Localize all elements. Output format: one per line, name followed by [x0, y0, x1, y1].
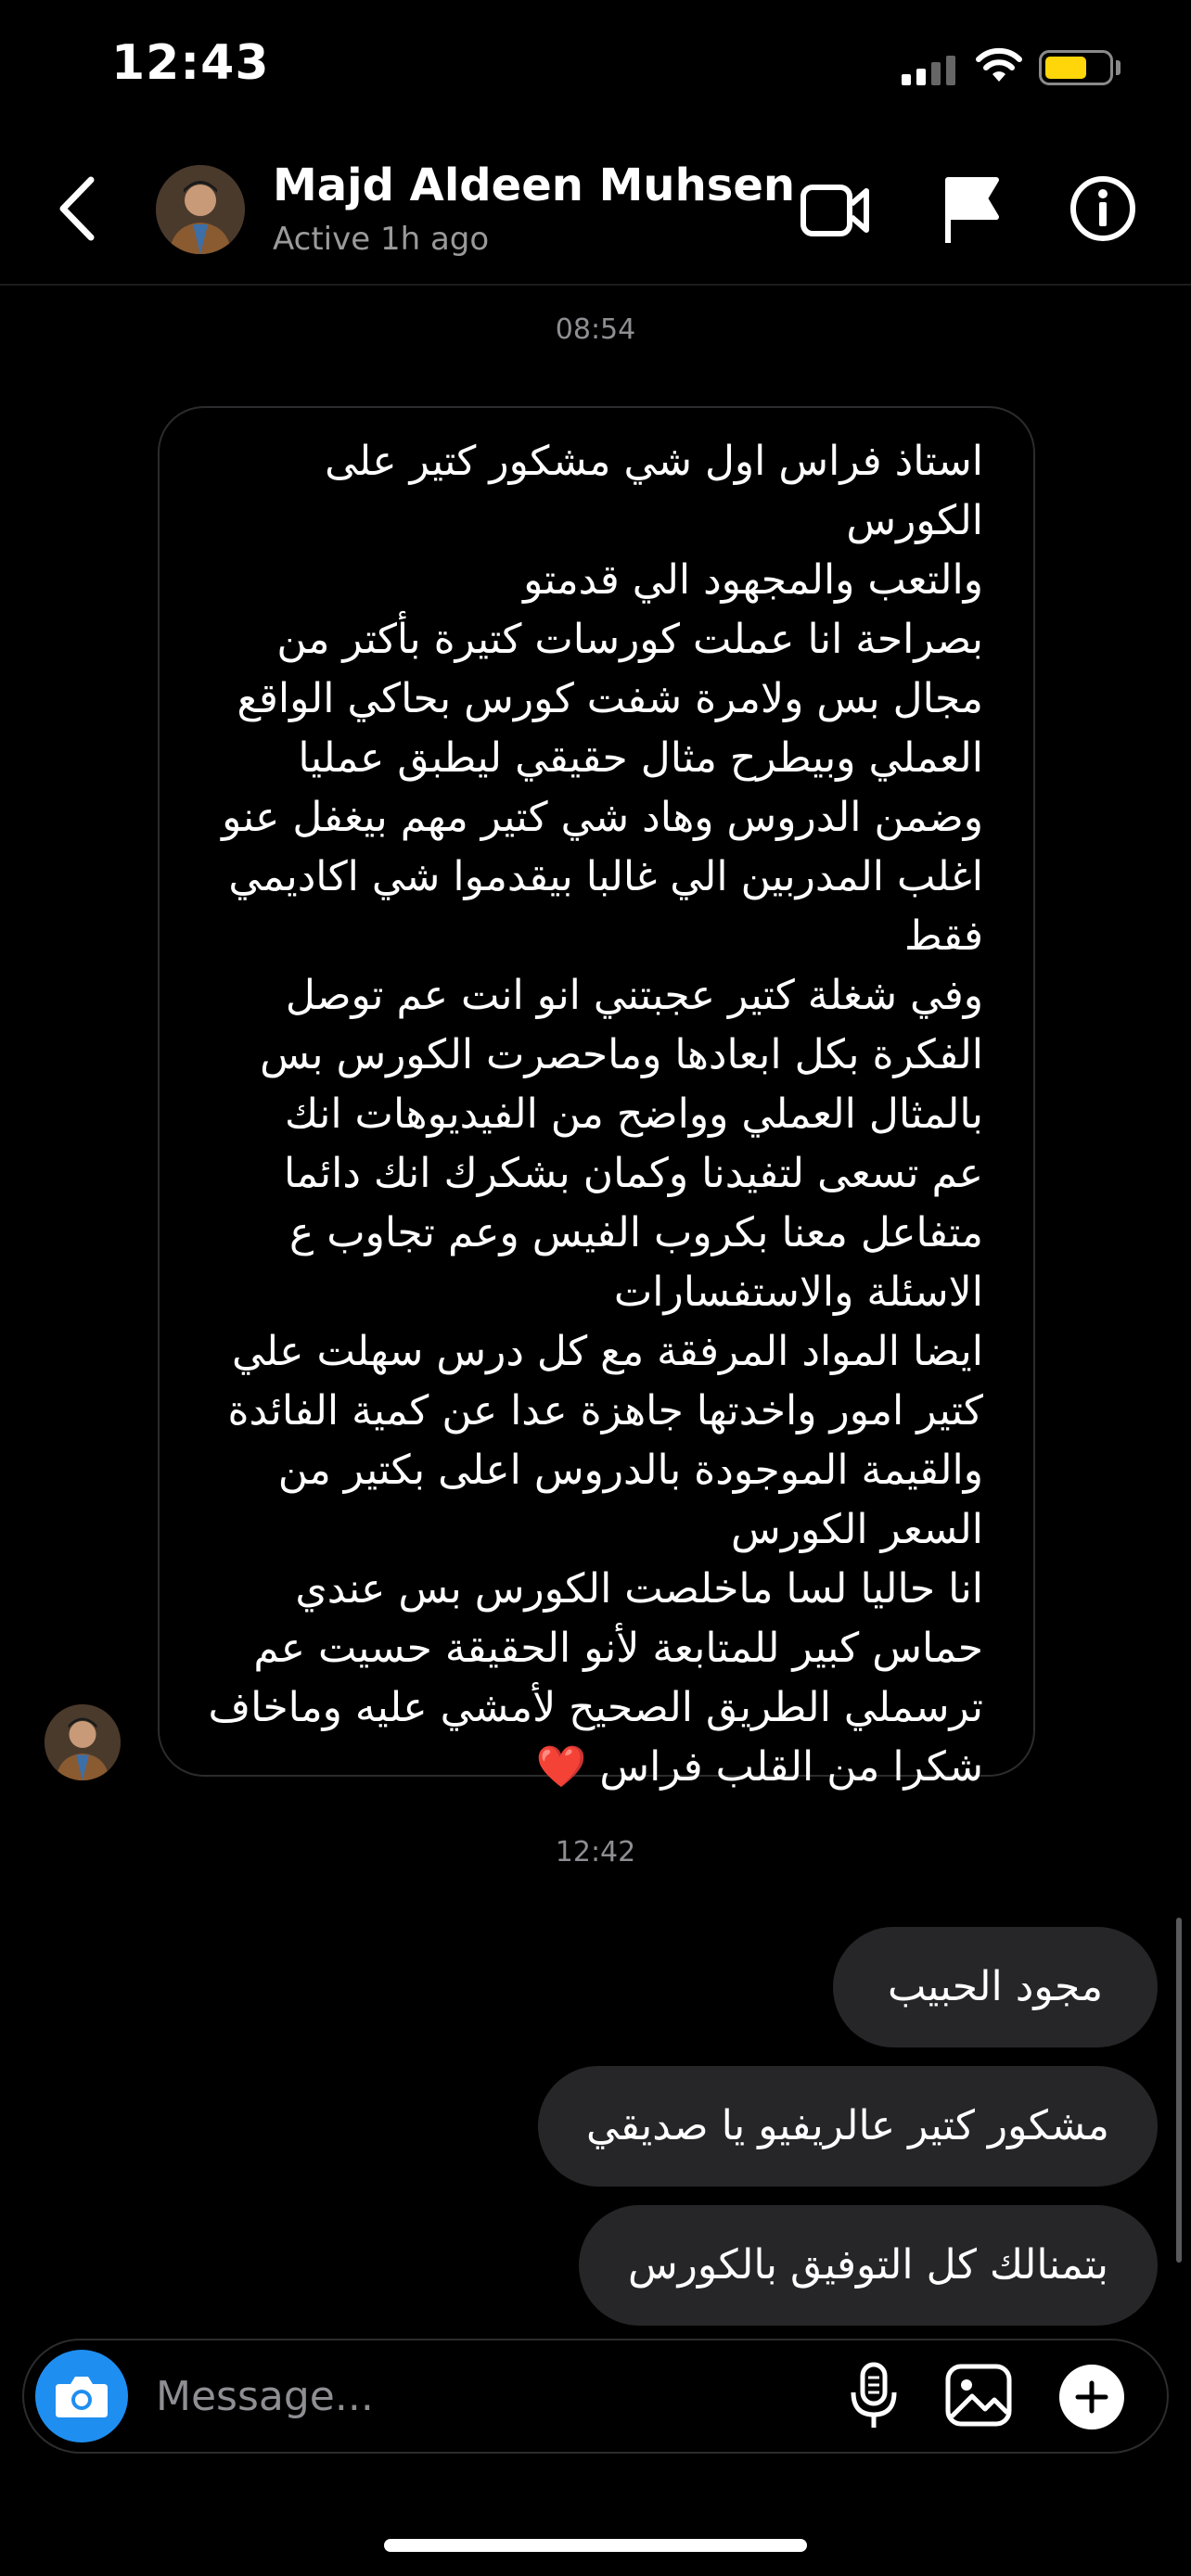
plus-icon[interactable]	[1057, 2363, 1126, 2431]
sent-message-bubble[interactable]: مجود الحبيب	[833, 1927, 1158, 2047]
video-call-icon[interactable]	[800, 178, 872, 243]
sent-message-bubble[interactable]: بتمنالك كل التوفيق بالكورس	[579, 2205, 1158, 2326]
contact-status: Active 1h ago	[273, 221, 490, 258]
received-message-bubble[interactable]: استاذ فراس اول شي مشكور كتير على الكورس …	[158, 406, 1035, 1791]
timestamp: 08:54	[555, 313, 636, 346]
wifi-icon	[976, 47, 1022, 82]
status-time: 12:43	[111, 35, 270, 91]
received-message-text: استاذ فراس اول شي مشكور كتير على الكورس …	[204, 432, 983, 1797]
contact-name[interactable]: Majd Aldeen Muhsen	[273, 159, 795, 211]
heart-emoji: ❤️	[535, 1743, 587, 1791]
header-divider	[0, 284, 1191, 286]
message-body: استاذ فراس اول شي مشكور كتير على الكورس …	[208, 438, 983, 1791]
info-icon[interactable]	[1069, 174, 1137, 243]
sent-message-bubble[interactable]: مشكور كتير عالريفيو يا صديقي	[538, 2066, 1158, 2187]
sender-avatar[interactable]	[45, 1704, 121, 1780]
home-indicator[interactable]	[384, 2539, 807, 2552]
microphone-icon[interactable]	[848, 2361, 900, 2431]
camera-button[interactable]	[35, 2350, 128, 2442]
message-input[interactable]	[156, 2365, 805, 2428]
contact-avatar[interactable]	[156, 165, 245, 254]
battery-icon	[1039, 50, 1113, 85]
back-chevron-icon[interactable]	[56, 174, 98, 243]
gallery-icon[interactable]	[944, 2363, 1013, 2428]
camera-icon	[56, 2377, 108, 2417]
flag-icon[interactable]	[942, 174, 1002, 245]
battery-tip	[1116, 60, 1121, 75]
timestamp: 12:42	[555, 1836, 636, 1868]
scrollbar[interactable]	[1176, 1918, 1182, 2263]
signal-icon	[902, 54, 957, 85]
